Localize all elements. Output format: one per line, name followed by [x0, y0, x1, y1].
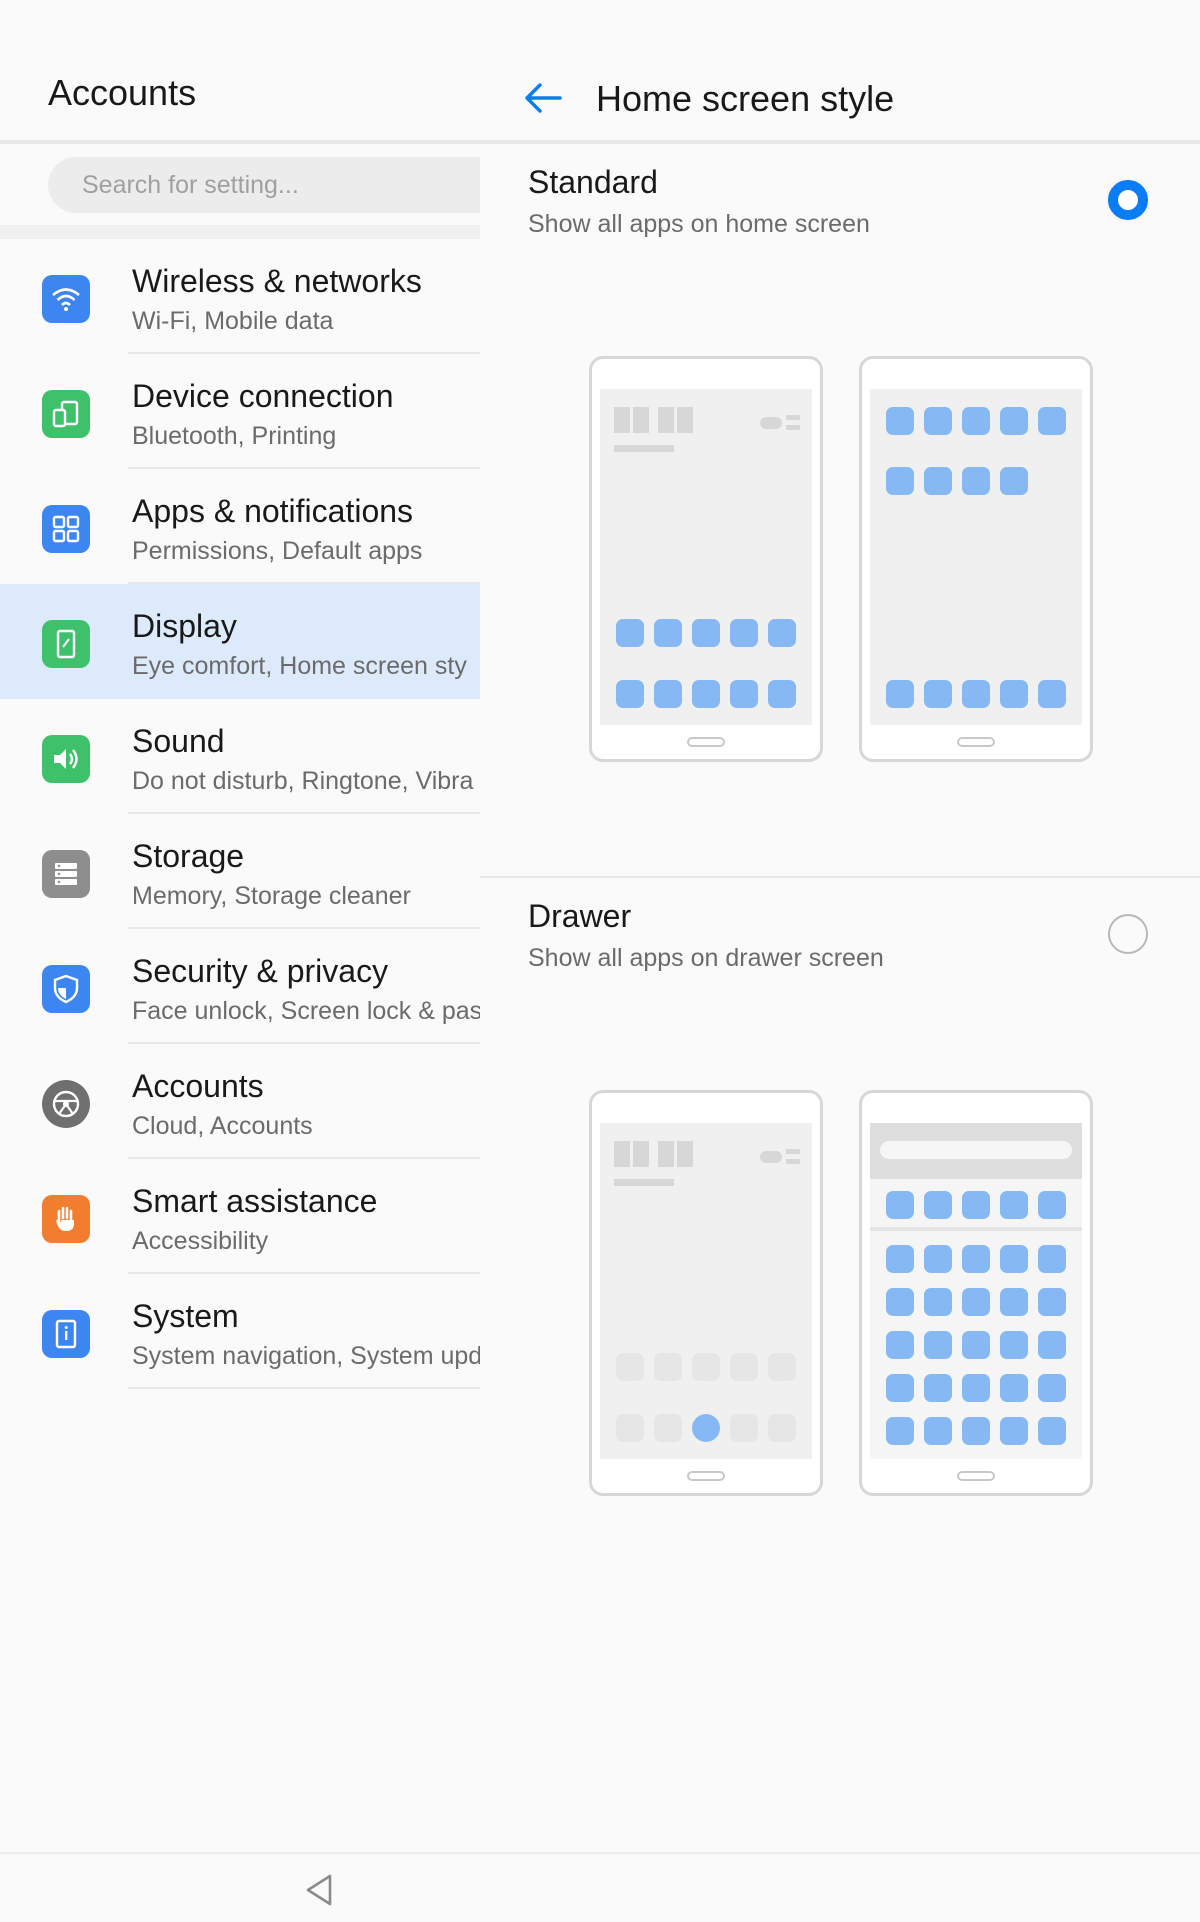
home-indicator	[957, 737, 995, 747]
settings-item-security-privacy[interactable]: Security & privacy Face unlock, Screen l…	[0, 929, 480, 1044]
settings-item-subtitle: Do not disturb, Ringtone, Vibra	[132, 767, 474, 795]
storage-icon	[42, 850, 90, 898]
settings-item-title: Security & privacy	[132, 953, 389, 989]
navigation-bar	[0, 1852, 1200, 1922]
settings-item-title: Apps & notifications	[132, 493, 414, 529]
option-subtitle: Show all apps on home screen	[528, 210, 870, 238]
settings-item-subtitle: Eye comfort, Home screen sty	[132, 652, 467, 680]
settings-item-title: Sound	[132, 723, 225, 759]
settings-item-display[interactable]: Display Eye comfort, Home screen sty	[0, 584, 480, 699]
divider	[480, 140, 1200, 144]
preview-standard-home	[589, 356, 823, 762]
radio-standard[interactable]	[1108, 180, 1148, 220]
radio-drawer[interactable]	[1108, 914, 1148, 954]
accounts-icon	[42, 1080, 90, 1128]
settings-item-title: Accounts	[132, 1068, 264, 1104]
preview-standard-apps	[859, 356, 1093, 762]
settings-item-storage[interactable]: Storage Memory, Storage cleaner	[0, 814, 480, 929]
settings-item-subtitle: Wi-Fi, Mobile data	[132, 307, 334, 335]
settings-item-subtitle: Face unlock, Screen lock & pas	[132, 997, 480, 1025]
option-subtitle: Show all apps on drawer screen	[528, 944, 884, 972]
settings-item-apps-notifications[interactable]: Apps & notifications Permissions, Defaul…	[0, 469, 480, 584]
home-screen-style-pane: Home screen style Standard Show all apps…	[480, 0, 1200, 1920]
hand-icon	[42, 1195, 90, 1243]
settings-item-title: Device connection	[132, 378, 394, 414]
preview-drawer-home	[589, 1090, 823, 1496]
preview-screen	[870, 389, 1082, 725]
nav-back-icon[interactable]	[300, 1870, 340, 1910]
home-indicator	[957, 1471, 995, 1481]
settings-item-title: Wireless & networks	[132, 263, 422, 299]
preview-screen	[600, 1123, 812, 1459]
home-indicator	[687, 1471, 725, 1481]
settings-item-smart-assistance[interactable]: Smart assistance Accessibility	[0, 1159, 480, 1274]
settings-menu: Wireless & networks Wi-Fi, Mobile data D…	[0, 239, 480, 1389]
preview-drawer-grid	[859, 1090, 1093, 1496]
settings-list-pane: Accounts Wireless & networks Wi-Fi, Mobi…	[0, 0, 488, 1920]
settings-item-wireless-networks[interactable]: Wireless & networks Wi-Fi, Mobile data	[0, 239, 480, 354]
settings-item-sound[interactable]: Sound Do not disturb, Ringtone, Vibra	[0, 699, 480, 814]
search-bar[interactable]	[48, 157, 488, 213]
wifi-icon	[42, 275, 90, 323]
settings-item-subtitle: Permissions, Default apps	[132, 537, 423, 565]
system-info-icon	[42, 1310, 90, 1358]
page-title: Home screen style	[596, 78, 895, 119]
shield-icon	[42, 965, 90, 1013]
sound-icon	[42, 735, 90, 783]
display-icon	[42, 620, 90, 668]
settings-item-title: Storage	[132, 838, 245, 874]
settings-item-title: Smart assistance	[132, 1183, 378, 1219]
back-arrow-icon[interactable]	[520, 74, 568, 122]
preview-screen	[870, 1123, 1082, 1459]
option-title: Drawer	[528, 898, 632, 934]
option-title: Standard	[528, 164, 658, 200]
apps-icon	[42, 505, 90, 553]
preview-screen	[600, 389, 812, 725]
home-indicator	[687, 737, 725, 747]
divider	[0, 225, 480, 239]
settings-item-accounts[interactable]: Accounts Cloud, Accounts	[0, 1044, 480, 1159]
settings-item-subtitle: System navigation, System upd	[132, 1342, 480, 1370]
device-connection-icon	[42, 390, 90, 438]
settings-item-title: System	[132, 1298, 239, 1334]
settings-item-system[interactable]: System System navigation, System upd	[0, 1274, 480, 1389]
settings-item-subtitle: Cloud, Accounts	[132, 1112, 313, 1140]
divider	[0, 140, 480, 144]
divider	[128, 1387, 480, 1389]
search-input[interactable]	[80, 169, 488, 201]
left-pane-title: Accounts	[48, 72, 197, 113]
settings-item-title: Display	[132, 608, 237, 644]
settings-item-device-connection[interactable]: Device connection Bluetooth, Printing	[0, 354, 480, 469]
divider	[480, 876, 1200, 878]
settings-item-subtitle: Bluetooth, Printing	[132, 422, 337, 450]
settings-item-subtitle: Accessibility	[132, 1227, 269, 1255]
settings-item-subtitle: Memory, Storage cleaner	[132, 882, 411, 910]
